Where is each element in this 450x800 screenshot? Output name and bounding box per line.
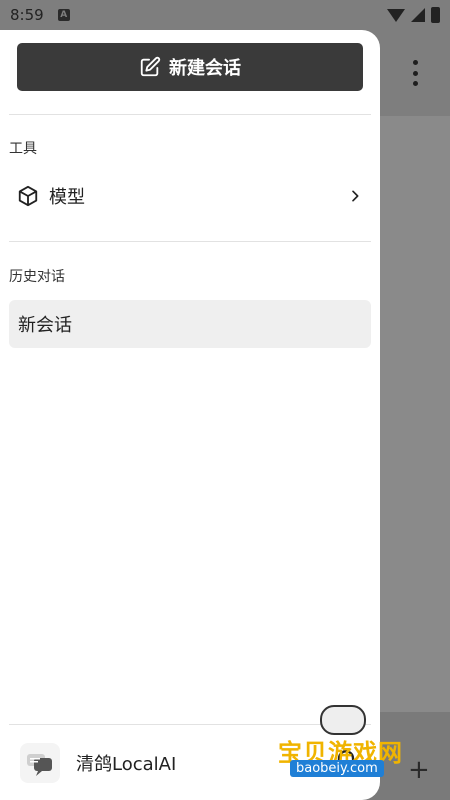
more-options-icon[interactable] — [408, 60, 422, 86]
notification-icon: A — [57, 9, 70, 21]
cube-icon — [18, 185, 38, 207]
status-bar: 8:59 A — [0, 0, 450, 30]
menu-item-model[interactable]: 模型 — [9, 170, 371, 222]
gamepad-icon — [320, 705, 366, 735]
wifi-icon — [387, 8, 405, 22]
watermark: 宝贝游戏网 baobeiy.com — [270, 705, 420, 787]
navigation-drawer: 新建会话 工具 模型 历史对话 新会话 清鸽LocalAI — [0, 30, 380, 800]
status-time: 8:59 — [10, 6, 44, 24]
divider — [9, 241, 371, 242]
new-chat-button[interactable]: 新建会话 — [17, 43, 363, 91]
app-logo-icon — [20, 742, 60, 783]
tools-section-title: 工具 — [9, 141, 37, 157]
watermark-url: baobeiy.com — [290, 760, 384, 777]
divider — [9, 114, 371, 115]
menu-item-model-label: 模型 — [49, 187, 85, 208]
app-name: 清鸽LocalAI — [76, 753, 177, 775]
chevron-right-icon — [352, 190, 359, 202]
edit-icon — [140, 56, 161, 77]
history-section-title: 历史对话 — [9, 269, 65, 285]
new-chat-label: 新建会话 — [169, 58, 241, 79]
history-item[interactable]: 新会话 — [9, 300, 371, 348]
signal-icon — [411, 8, 425, 22]
battery-icon — [431, 7, 440, 23]
